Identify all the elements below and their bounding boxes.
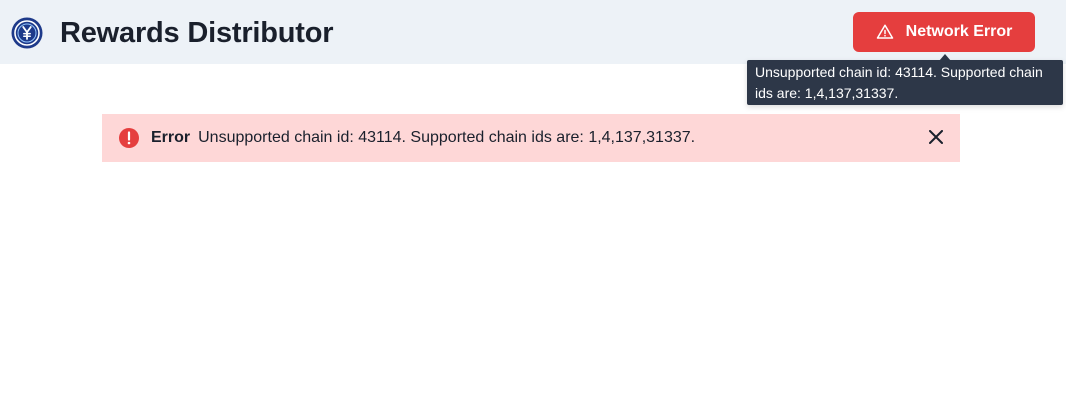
error-circle-icon	[118, 127, 140, 149]
error-alert: Error Unsupported chain id: 43114. Suppo…	[102, 114, 960, 162]
alert-title: Error	[151, 129, 191, 146]
alert-description: Unsupported chain id: 43114. Supported c…	[198, 129, 696, 146]
app-header: Rewards Distributor Network Error	[0, 0, 1066, 64]
page-title: Rewards Distributor	[60, 17, 334, 49]
close-alert-button[interactable]	[926, 128, 946, 148]
network-error-button[interactable]: Network Error	[853, 12, 1035, 52]
network-error-tooltip: Unsupported chain id: 43114. Supported c…	[747, 60, 1063, 105]
warning-triangle-icon	[876, 23, 894, 41]
yen-coin-icon	[11, 17, 43, 49]
close-icon	[929, 129, 943, 147]
network-error-label: Network Error	[905, 23, 1013, 40]
